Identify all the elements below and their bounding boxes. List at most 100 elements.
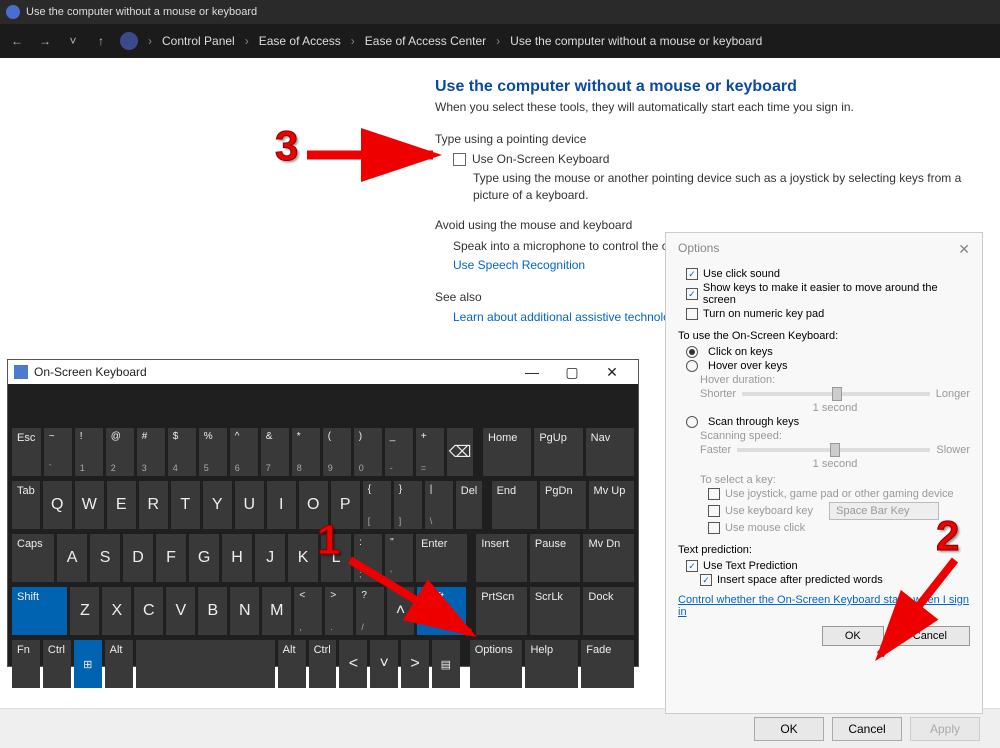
key-g[interactable]: G xyxy=(189,534,219,582)
key-x[interactable]: X xyxy=(102,587,131,635)
ok-button[interactable]: OK xyxy=(754,717,824,741)
key-3[interactable]: #3 xyxy=(137,428,165,476)
hover-radio[interactable] xyxy=(686,360,698,372)
key-r[interactable]: R xyxy=(139,481,168,529)
key-punct[interactable]: :; xyxy=(354,534,382,582)
key-alt-left[interactable]: Alt xyxy=(105,640,133,688)
key-bracket[interactable]: {[ xyxy=(363,481,391,529)
key-arrow-up[interactable]: ˄ xyxy=(387,587,413,635)
key-punct[interactable]: >. xyxy=(325,587,353,635)
options-close-button[interactable]: ✕ xyxy=(958,241,970,258)
cancel-button[interactable]: Cancel xyxy=(832,717,902,741)
forward-button[interactable]: → xyxy=(36,32,54,50)
key-t[interactable]: T xyxy=(171,481,200,529)
key-ctrl-left[interactable]: Ctrl xyxy=(43,640,71,688)
key-o[interactable]: O xyxy=(299,481,328,529)
key-a[interactable]: A xyxy=(57,534,87,582)
osk-minimize-button[interactable]: — xyxy=(512,364,552,381)
key-alt-right[interactable]: Alt xyxy=(278,640,306,688)
osk-maximize-button[interactable]: ▢ xyxy=(552,364,592,381)
click-on-keys-radio[interactable] xyxy=(686,346,698,358)
key--[interactable]: _- xyxy=(385,428,413,476)
key-ctrl-right[interactable]: Ctrl xyxy=(309,640,337,688)
key-e[interactable]: E xyxy=(107,481,136,529)
key-windows[interactable]: ⊞ xyxy=(74,640,102,688)
key-menu[interactable]: ▤ xyxy=(432,640,460,688)
key-shift-left[interactable]: Shift xyxy=(12,587,67,635)
key-i[interactable]: I xyxy=(267,481,296,529)
use-onscreen-keyboard-checkbox[interactable] xyxy=(453,153,466,166)
key-space[interactable] xyxy=(136,640,275,688)
speech-recognition-link[interactable]: Use Speech Recognition xyxy=(453,258,585,272)
key-c[interactable]: C xyxy=(134,587,163,635)
key-f[interactable]: F xyxy=(156,534,186,582)
key-dock[interactable]: Dock xyxy=(583,587,634,635)
key-j[interactable]: J xyxy=(255,534,285,582)
key-=[interactable]: += xyxy=(416,428,444,476)
options-cancel-button[interactable]: Cancel xyxy=(890,626,970,646)
key-punct[interactable]: "' xyxy=(385,534,413,582)
key-l[interactable]: L xyxy=(321,534,351,582)
key-mvup[interactable]: Mv Up xyxy=(589,481,634,529)
text-prediction-checkbox[interactable] xyxy=(686,560,698,572)
joystick-checkbox[interactable] xyxy=(708,488,720,500)
key-shift-right[interactable]: Shift xyxy=(417,587,467,635)
scan-radio[interactable] xyxy=(686,416,698,428)
key-caps[interactable]: Caps xyxy=(12,534,54,582)
key-fade[interactable]: Fade xyxy=(581,640,634,688)
click-sound-checkbox[interactable] xyxy=(686,268,698,280)
show-keys-checkbox[interactable] xyxy=(686,288,698,300)
keyboard-key-checkbox[interactable] xyxy=(708,505,720,517)
key-y[interactable]: Y xyxy=(203,481,232,529)
key-pause[interactable]: Pause xyxy=(530,534,581,582)
key-options[interactable]: Options xyxy=(470,640,523,688)
back-button[interactable]: ← xyxy=(8,32,26,50)
key-arrow-left[interactable]: ˂ xyxy=(339,640,367,688)
key-p[interactable]: P xyxy=(331,481,360,529)
key-arrow-down[interactable]: ˅ xyxy=(370,640,398,688)
key-h[interactable]: H xyxy=(222,534,252,582)
crumb-control-panel[interactable]: Control Panel xyxy=(162,34,235,48)
assistive-tech-link[interactable]: Learn about additional assistive technol… xyxy=(453,310,692,324)
key-`[interactable]: ~` xyxy=(44,428,72,476)
key-help[interactable]: Help xyxy=(525,640,578,688)
key-d[interactable]: D xyxy=(123,534,153,582)
key-punct[interactable]: <, xyxy=(294,587,322,635)
key-arrow-right[interactable]: ˃ xyxy=(401,640,429,688)
key-home[interactable]: Home xyxy=(483,428,531,476)
key-0[interactable]: )0 xyxy=(354,428,382,476)
key-enter[interactable]: Enter xyxy=(416,534,467,582)
key-mvdn[interactable]: Mv Dn xyxy=(583,534,634,582)
key-bracket[interactable]: }] xyxy=(394,481,422,529)
key-tab[interactable]: Tab xyxy=(12,481,40,529)
crumb-ease-center[interactable]: Ease of Access Center xyxy=(365,34,486,48)
key-1[interactable]: !1 xyxy=(75,428,103,476)
scan-slider[interactable] xyxy=(737,448,930,452)
key-z[interactable]: Z xyxy=(70,587,99,635)
numpad-checkbox[interactable] xyxy=(686,308,698,320)
osk-close-button[interactable]: ✕ xyxy=(592,364,632,381)
insert-space-checkbox[interactable] xyxy=(700,574,712,586)
key-4[interactable]: $4 xyxy=(168,428,196,476)
key-punct[interactable]: ?/ xyxy=(356,587,384,635)
key-bracket[interactable]: |\ xyxy=(425,481,453,529)
key-scrlk[interactable]: ScrLk xyxy=(530,587,581,635)
key-q[interactable]: Q xyxy=(43,481,72,529)
options-ok-button[interactable]: OK xyxy=(822,626,884,646)
key-backspace[interactable]: ⌫ xyxy=(447,428,474,476)
key-del[interactable]: Del xyxy=(456,481,483,529)
key-esc[interactable]: Esc xyxy=(12,428,41,476)
keyboard-key-combo[interactable]: Space Bar Key xyxy=(829,502,939,520)
key-pgup[interactable]: PgUp xyxy=(534,428,582,476)
key-w[interactable]: W xyxy=(75,481,104,529)
key-end[interactable]: End xyxy=(492,481,537,529)
key-v[interactable]: V xyxy=(166,587,195,635)
key-k[interactable]: K xyxy=(288,534,318,582)
key-prtscn[interactable]: PrtScn xyxy=(476,587,527,635)
key-5[interactable]: %5 xyxy=(199,428,227,476)
crumb-current[interactable]: Use the computer without a mouse or keyb… xyxy=(510,34,762,48)
key-n[interactable]: N xyxy=(230,587,259,635)
key-7[interactable]: &7 xyxy=(261,428,289,476)
key-9[interactable]: (9 xyxy=(323,428,351,476)
mouse-click-checkbox[interactable] xyxy=(708,522,720,534)
